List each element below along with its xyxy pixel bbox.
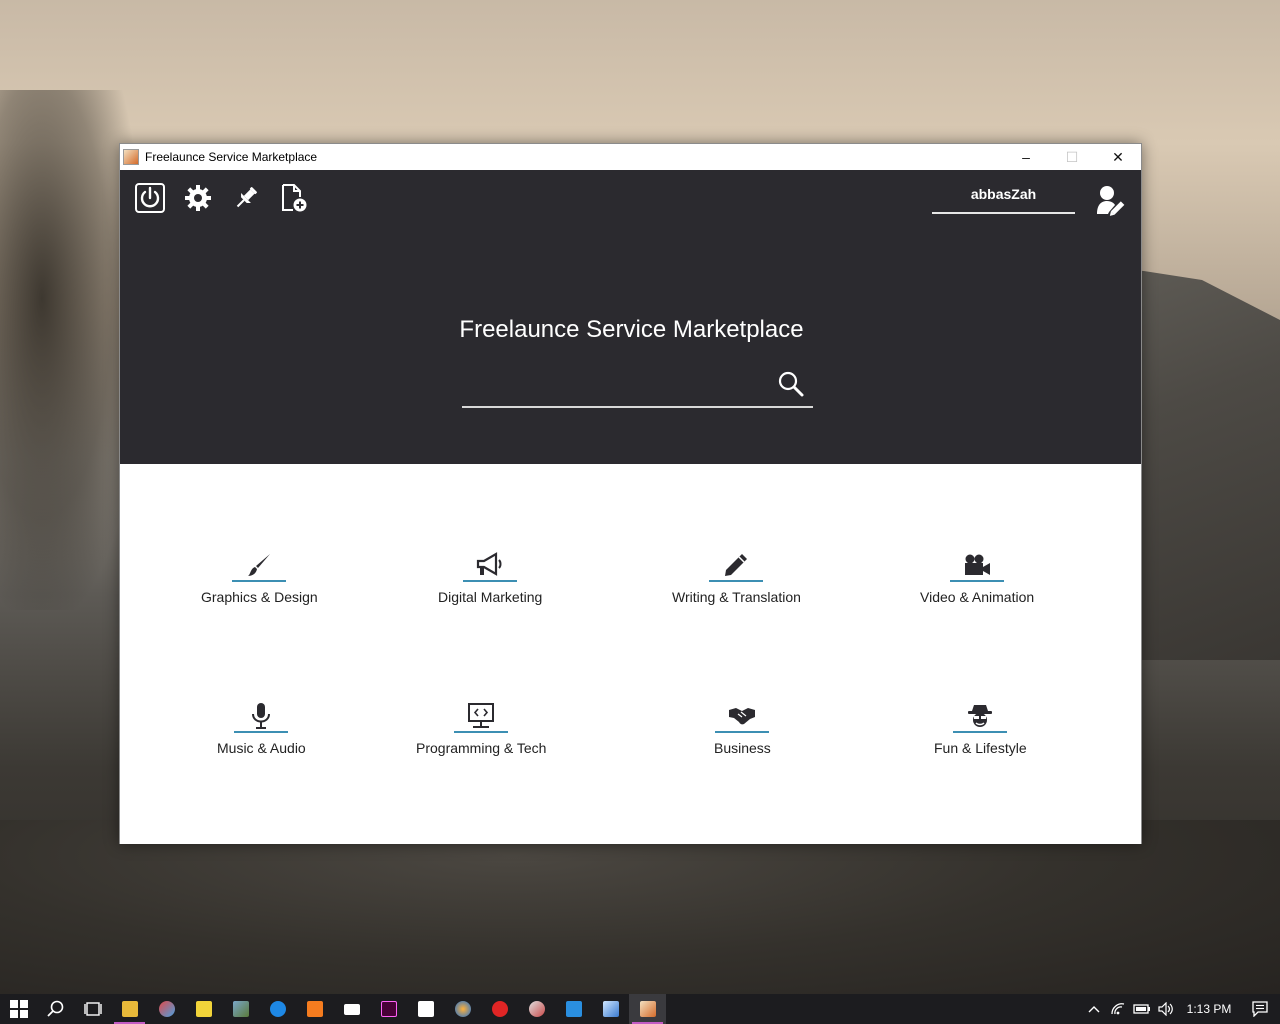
category-digital-marketing[interactable]: Digital Marketing xyxy=(438,550,542,605)
category-video-animation[interactable]: Video & Animation xyxy=(920,550,1034,605)
adobe-xd-button[interactable] xyxy=(370,994,407,1024)
edge-icon xyxy=(269,1001,286,1017)
handshake-icon xyxy=(729,708,756,725)
power-button[interactable] xyxy=(134,182,166,214)
xampp-button[interactable] xyxy=(296,994,333,1024)
close-button[interactable]: ✕ xyxy=(1095,144,1141,170)
rocks xyxy=(0,820,1280,1000)
category-label: Business xyxy=(714,740,771,756)
gear-icon xyxy=(185,185,211,211)
search-icon xyxy=(778,371,804,397)
new-document-button[interactable] xyxy=(278,182,310,214)
file-explorer-button[interactable] xyxy=(111,994,148,1024)
new-document-icon xyxy=(282,184,307,212)
window-title: Freelaunce Service Marketplace xyxy=(145,150,318,164)
adobe-xd-icon xyxy=(380,1001,397,1017)
spy-icon xyxy=(968,705,993,727)
chevron-up-icon[interactable] xyxy=(1082,994,1106,1024)
category-music-audio[interactable]: Music & Audio xyxy=(217,701,306,756)
photos-icon xyxy=(232,1001,249,1017)
java-app-button[interactable] xyxy=(629,994,666,1024)
search-button[interactable] xyxy=(777,370,805,398)
minimize-button[interactable]: – xyxy=(1003,144,1049,170)
paint-icon xyxy=(158,1001,175,1017)
virtualbox-button[interactable] xyxy=(592,994,629,1024)
toolbar xyxy=(134,182,310,214)
start-button[interactable] xyxy=(0,994,37,1024)
photos-button[interactable] xyxy=(222,994,259,1024)
user-edit-icon xyxy=(1097,186,1125,216)
sticky-notes-button[interactable] xyxy=(185,994,222,1024)
vscode-icon xyxy=(565,1001,582,1017)
pin-button[interactable] xyxy=(230,182,262,214)
system-tray: 1:13 PM xyxy=(1082,994,1280,1024)
action-center-button[interactable] xyxy=(1240,1001,1280,1017)
power-icon xyxy=(135,183,165,213)
category-label: Writing & Translation xyxy=(672,589,801,605)
title-bar[interactable]: Freelaunce Service Marketplace – ☐ ✕ xyxy=(120,144,1141,170)
taskbar-search-button[interactable] xyxy=(37,994,74,1024)
battery-icon[interactable] xyxy=(1130,994,1154,1024)
snipping-icon xyxy=(528,1001,545,1017)
store-icon xyxy=(417,1001,434,1017)
search-input[interactable] xyxy=(462,374,762,402)
opera-icon xyxy=(491,1001,508,1017)
vscode-button[interactable] xyxy=(555,994,592,1024)
category-fun-lifestyle[interactable]: Fun & Lifestyle xyxy=(934,701,1027,756)
store-button[interactable] xyxy=(407,994,444,1024)
sticky-notes-icon xyxy=(195,1001,212,1017)
volume-icon[interactable] xyxy=(1154,994,1178,1024)
file-explorer-icon xyxy=(121,1001,138,1017)
category-label: Digital Marketing xyxy=(438,589,543,605)
firefox-button[interactable] xyxy=(444,994,481,1024)
java-app-icon xyxy=(123,149,139,165)
xampp-icon xyxy=(306,1001,323,1017)
username-field[interactable]: abbasZah xyxy=(932,184,1075,214)
category-writing-translation[interactable]: Writing & Translation xyxy=(672,550,801,605)
wifi-icon[interactable] xyxy=(1106,994,1130,1024)
category-programming-tech[interactable]: Programming & Tech xyxy=(416,700,546,756)
opera-button[interactable] xyxy=(481,994,518,1024)
category-label: Graphics & Design xyxy=(201,589,318,605)
category-label: Music & Audio xyxy=(217,740,306,756)
search-icon xyxy=(46,1000,63,1017)
mail-icon xyxy=(343,1003,360,1015)
notification-icon xyxy=(1252,1001,1268,1017)
category-graphics-design[interactable]: Graphics & Design xyxy=(201,550,318,605)
virtualbox-icon xyxy=(602,1001,619,1017)
settings-button[interactable] xyxy=(182,182,214,214)
microphone-icon xyxy=(252,703,271,729)
task-view-icon xyxy=(83,1002,102,1016)
start-icon xyxy=(9,1000,28,1018)
app-header: abbasZah Freelaunce Service Marketplace xyxy=(120,170,1141,464)
category-label: Programming & Tech xyxy=(416,740,547,756)
paint-button[interactable] xyxy=(148,994,185,1024)
task-view-button[interactable] xyxy=(74,994,111,1024)
paintbrush-icon xyxy=(248,554,271,576)
pin-icon xyxy=(236,187,257,208)
video-camera-icon xyxy=(965,554,991,575)
snipping-button[interactable] xyxy=(518,994,555,1024)
pen-icon xyxy=(725,554,748,576)
edge-button[interactable] xyxy=(259,994,296,1024)
megaphone-icon xyxy=(477,552,502,576)
firefox-icon xyxy=(454,1001,471,1017)
category-label: Fun & Lifestyle xyxy=(934,740,1027,756)
maximize-button[interactable]: ☐ xyxy=(1049,144,1095,170)
search-bar xyxy=(462,366,813,408)
category-business[interactable]: Business xyxy=(714,701,771,756)
edit-profile-button[interactable] xyxy=(1096,184,1126,216)
app-window: Freelaunce Service Marketplace – ☐ ✕ abb… xyxy=(119,143,1142,844)
window-controls: – ☐ ✕ xyxy=(1003,144,1141,170)
code-monitor-icon xyxy=(468,702,495,728)
mail-button[interactable] xyxy=(333,994,370,1024)
page-title: Freelaunce Service Marketplace xyxy=(459,316,804,343)
taskbar: 1:13 PM xyxy=(0,994,1280,1024)
category-grid: Graphics & Design Digital Marketing Writ… xyxy=(120,464,1141,844)
category-label: Video & Animation xyxy=(920,589,1035,605)
java-app-icon xyxy=(639,1001,656,1017)
clock[interactable]: 1:13 PM xyxy=(1178,1002,1240,1016)
